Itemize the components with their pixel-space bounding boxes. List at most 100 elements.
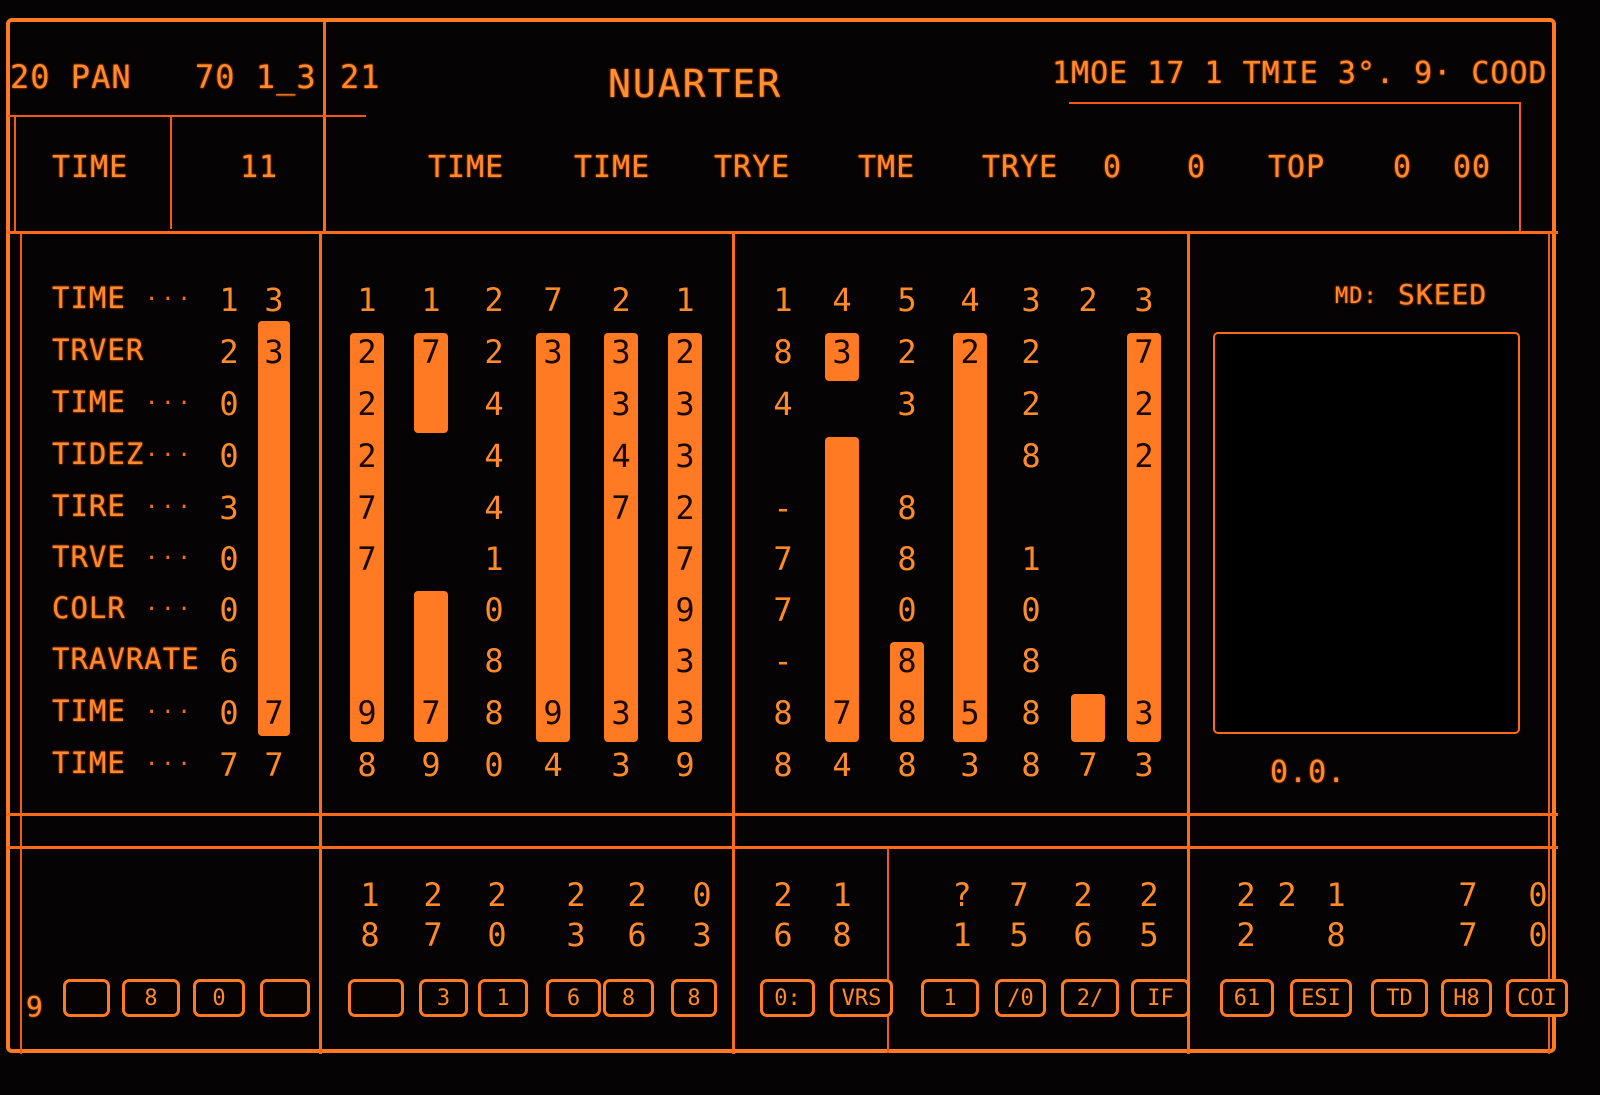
control-button[interactable]: 0 [193,979,245,1017]
channel-digit: 2 [1021,385,1041,423]
control-button[interactable]: 8 [671,979,717,1017]
channel-digit: 3 [675,642,695,680]
parameter-label: TIME [52,694,126,728]
header-field: TME [858,150,916,185]
channel-top-value: 1 [773,281,793,319]
channel-bottom-value: 9 [675,746,695,784]
control-button[interactable] [260,979,310,1017]
control-button[interactable]: 6 [546,979,601,1017]
parameter-value: 1 [219,281,239,319]
channel-top-value: 1 [357,281,377,319]
channel-bottom-value: 8 [1021,746,1041,784]
channel-top-value: 2 [484,281,504,319]
control-button[interactable]: 2/ [1061,979,1119,1017]
strip-value-top: 2 [1139,876,1159,914]
parameter-label: COLR [52,591,126,625]
strip-value-bottom: 8 [1326,916,1346,954]
channel-bottom-value: 3 [1134,746,1154,784]
leader-dots: ··· [145,287,194,312]
channel-digit: 4 [484,385,504,423]
bar-digit: 3 [264,281,284,319]
channel-digit: 1 [1021,540,1041,578]
control-button[interactable]: VRS [830,979,893,1017]
channel-top-value: 7 [543,281,563,319]
panel-divider-2 [732,234,735,1054]
control-button[interactable]: /0 [995,979,1046,1017]
strip-value-bottom: 0 [487,916,507,954]
control-button[interactable]: IF [1131,979,1190,1017]
control-button[interactable]: ESI [1290,979,1352,1017]
control-button[interactable]: 1 [921,979,979,1017]
channel-digit: 3 [611,333,631,371]
strip-value-top: 2 [773,876,793,914]
control-button[interactable] [348,979,404,1017]
header-field: TIME [428,150,505,185]
control-button[interactable]: TD [1371,979,1428,1017]
channel-digit: 7 [421,694,441,732]
leader-dots: ··· [145,391,194,416]
strip-value-top: ? [952,876,972,914]
channel-digit: 3 [675,385,695,423]
header-field: TIME [574,150,651,185]
control-button[interactable]: 0: [760,979,815,1017]
channel-digit: 7 [1134,333,1154,371]
strip-value-bottom: 3 [566,916,586,954]
channel-digit: 7 [421,333,441,371]
header-divider [323,22,326,232]
channel-digit: 8 [773,333,793,371]
strip-value-top: 1 [832,876,852,914]
channel-digit: 8 [484,694,504,732]
strip-value-top: 2 [1073,876,1093,914]
parameter-label: TIDEZ [52,437,145,471]
control-button[interactable] [63,979,110,1017]
channel-digit: 2 [357,333,377,371]
strip-value-top: 2 [627,876,647,914]
channel-top-value: 1 [421,281,441,319]
header-field: TRYE [982,150,1059,185]
channel-bottom-value: 8 [897,746,917,784]
channel-number: 21 [340,58,381,96]
parameter-value: 0 [219,694,239,732]
channel-level-bar [536,333,570,742]
parameter-value: 0 [219,437,239,475]
channel-digit: 4 [484,489,504,527]
strip-value-top: 1 [360,876,380,914]
panel-divider-3 [1187,234,1190,1054]
channel-digit: 1 [484,540,504,578]
channel-digit: - [773,642,793,680]
control-button[interactable]: H8 [1441,979,1492,1017]
parameter-value: 7 [219,746,239,784]
parameter-value: 0 [219,591,239,629]
header-field: 0 [1103,150,1123,185]
strip-value-top: 7 [1009,876,1029,914]
strip-value-top: 2 [487,876,507,914]
channel-digit: 9 [675,591,695,629]
parameter-label: TIME [52,281,126,315]
parameter-label: TIME [52,385,126,419]
channel-bottom-value: 8 [357,746,377,784]
channel-top-value: 1 [675,281,695,319]
control-button[interactable]: 8 [603,979,654,1017]
control-button[interactable]: 61 [1220,979,1274,1017]
control-button[interactable]: COI [1506,979,1568,1017]
channel-digit: 2 [357,385,377,423]
channel-digit: 0 [1021,591,1041,629]
strip-value-bottom: 6 [773,916,793,954]
channel-digit: 8 [1021,437,1041,475]
bar-digit: 7 [264,746,284,784]
channel-top-value: 2 [611,281,631,319]
strip-value-bottom: 5 [1009,916,1029,954]
leader-dots: ··· [145,700,194,725]
channel-digit: 2 [897,333,917,371]
strip-value-top: 2 [423,876,443,914]
leader-dots: ··· [145,546,194,571]
channel-digit: 0 [484,591,504,629]
control-button[interactable]: 8 [122,979,180,1017]
channel-digit: 3 [897,385,917,423]
control-button[interactable]: 1 [478,979,528,1017]
channel-digit: 8 [1021,642,1041,680]
channel-top-value: 4 [832,281,852,319]
control-button[interactable]: 3 [419,979,468,1017]
header-field: 0 [1393,150,1413,185]
channel-digit: 8 [897,694,917,732]
